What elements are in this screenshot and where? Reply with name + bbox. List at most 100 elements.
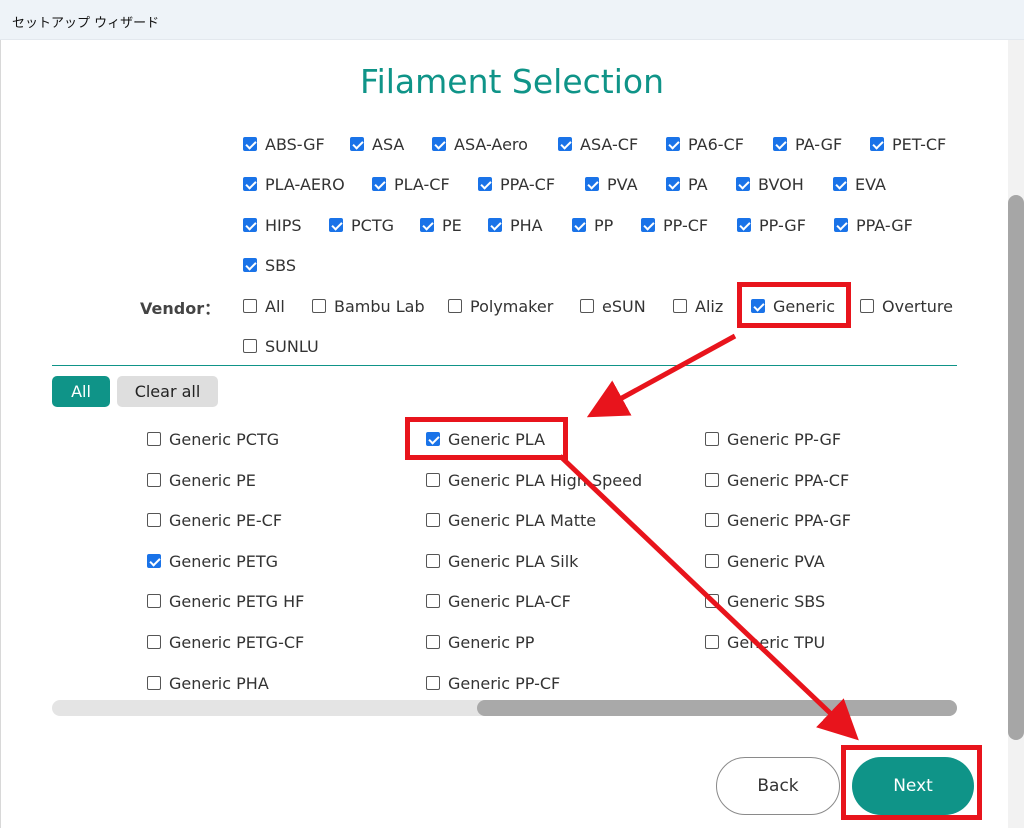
checkbox-icon[interactable]: [329, 218, 343, 232]
checkbox-icon[interactable]: [243, 177, 257, 191]
checkbox-icon[interactable]: [147, 513, 161, 527]
filament-generic-ppa-cf[interactable]: Generic PPA-CF: [705, 469, 849, 491]
checkbox-icon[interactable]: [834, 218, 848, 232]
clear-all-button[interactable]: Clear all: [117, 376, 218, 407]
vendor-aliz[interactable]: Aliz: [673, 295, 723, 317]
filter-asa-cf[interactable]: ASA-CF: [558, 133, 638, 155]
checkbox-icon[interactable]: [312, 299, 326, 313]
checkbox-icon[interactable]: [448, 299, 462, 313]
vendor-generic[interactable]: Generic: [751, 295, 835, 317]
filament-generic-ppa-gf[interactable]: Generic PPA-GF: [705, 509, 851, 531]
filter-hips[interactable]: HIPS: [243, 214, 302, 236]
filament-generic-pla-cf[interactable]: Generic PLA-CF: [426, 590, 571, 612]
checkbox-icon[interactable]: [426, 594, 440, 608]
checkbox-icon[interactable]: [641, 218, 655, 232]
filter-ppa-gf[interactable]: PPA-GF: [834, 214, 913, 236]
checkbox-icon[interactable]: [833, 177, 847, 191]
filament-generic-pla-high-speed[interactable]: Generic PLA High Speed: [426, 469, 642, 491]
filter-pha[interactable]: PHA: [488, 214, 543, 236]
checkbox-icon[interactable]: [147, 594, 161, 608]
checkbox-icon[interactable]: [243, 218, 257, 232]
checkbox-icon[interactable]: [426, 554, 440, 568]
filament-generic-pp[interactable]: Generic PP: [426, 631, 534, 653]
checkbox-icon[interactable]: [860, 299, 874, 313]
vendor-sunlu[interactable]: SUNLU: [243, 335, 319, 357]
checkbox-icon[interactable]: [488, 218, 502, 232]
checkbox-icon[interactable]: [870, 137, 884, 151]
vendor-polymaker[interactable]: Polymaker: [448, 295, 553, 317]
filter-abs-gf[interactable]: ABS-GF: [243, 133, 325, 155]
filament-generic-petg[interactable]: Generic PETG: [147, 550, 278, 572]
filter-asa-aero[interactable]: ASA-Aero: [432, 133, 528, 155]
checkbox-icon[interactable]: [705, 473, 719, 487]
checkbox-icon[interactable]: [432, 137, 446, 151]
horizontal-scrollbar-thumb[interactable]: [477, 700, 957, 716]
checkbox-icon[interactable]: [572, 218, 586, 232]
checkbox-icon[interactable]: [585, 177, 599, 191]
filament-generic-tpu[interactable]: Generic TPU: [705, 631, 825, 653]
checkbox-icon[interactable]: [426, 676, 440, 690]
checkbox-icon[interactable]: [666, 177, 680, 191]
vendor-overture[interactable]: Overture: [860, 295, 953, 317]
filament-generic-pla[interactable]: Generic PLA: [426, 428, 545, 450]
filter-sbs[interactable]: SBS: [243, 254, 296, 276]
checkbox-icon[interactable]: [737, 218, 751, 232]
checkbox-icon[interactable]: [705, 554, 719, 568]
filament-generic-sbs[interactable]: Generic SBS: [705, 590, 825, 612]
filter-pp-gf[interactable]: PP-GF: [737, 214, 806, 236]
filament-generic-petg-cf[interactable]: Generic PETG-CF: [147, 631, 304, 653]
vendor-bambu-lab[interactable]: Bambu Lab: [312, 295, 425, 317]
checkbox-icon[interactable]: [705, 513, 719, 527]
filter-pctg[interactable]: PCTG: [329, 214, 394, 236]
filter-pp[interactable]: PP: [572, 214, 613, 236]
filter-eva[interactable]: EVA: [833, 173, 886, 195]
filament-generic-pp-cf[interactable]: Generic PP-CF: [426, 672, 560, 694]
filament-generic-pva[interactable]: Generic PVA: [705, 550, 825, 572]
filament-generic-pe[interactable]: Generic PE: [147, 469, 256, 491]
checkbox-icon[interactable]: [243, 137, 257, 151]
filament-generic-pctg[interactable]: Generic PCTG: [147, 428, 279, 450]
checkbox-icon[interactable]: [243, 299, 257, 313]
checkbox-icon[interactable]: [420, 218, 434, 232]
checkbox-icon[interactable]: [350, 137, 364, 151]
back-button[interactable]: Back: [716, 757, 840, 815]
vendor-all[interactable]: All: [243, 295, 285, 317]
checkbox-icon[interactable]: [751, 299, 765, 313]
vertical-scrollbar-thumb[interactable]: [1008, 195, 1024, 740]
filter-pa-gf[interactable]: PA-GF: [773, 133, 842, 155]
checkbox-icon[interactable]: [372, 177, 386, 191]
checkbox-icon[interactable]: [426, 432, 440, 446]
checkbox-icon[interactable]: [426, 473, 440, 487]
checkbox-icon[interactable]: [147, 554, 161, 568]
checkbox-icon[interactable]: [736, 177, 750, 191]
filter-pet-cf[interactable]: PET-CF: [870, 133, 946, 155]
checkbox-icon[interactable]: [147, 676, 161, 690]
filament-generic-pe-cf[interactable]: Generic PE-CF: [147, 509, 282, 531]
filter-ppa-cf[interactable]: PPA-CF: [478, 173, 555, 195]
filament-generic-pla-silk[interactable]: Generic PLA Silk: [426, 550, 578, 572]
filament-generic-pha[interactable]: Generic PHA: [147, 672, 269, 694]
checkbox-icon[interactable]: [558, 137, 572, 151]
filter-pla-cf[interactable]: PLA-CF: [372, 173, 450, 195]
filter-pva[interactable]: PVA: [585, 173, 638, 195]
filter-pa[interactable]: PA: [666, 173, 708, 195]
checkbox-icon[interactable]: [705, 635, 719, 649]
filter-pp-cf[interactable]: PP-CF: [641, 214, 708, 236]
checkbox-icon[interactable]: [773, 137, 787, 151]
checkbox-icon[interactable]: [673, 299, 687, 313]
filter-pe[interactable]: PE: [420, 214, 462, 236]
vendor-esun[interactable]: eSUN: [580, 295, 646, 317]
checkbox-icon[interactable]: [666, 137, 680, 151]
select-all-button[interactable]: All: [52, 376, 110, 407]
next-button[interactable]: Next: [852, 757, 974, 815]
checkbox-icon[interactable]: [426, 513, 440, 527]
checkbox-icon[interactable]: [580, 299, 594, 313]
filter-bvoh[interactable]: BVOH: [736, 173, 804, 195]
checkbox-icon[interactable]: [243, 258, 257, 272]
filament-generic-pla-matte[interactable]: Generic PLA Matte: [426, 509, 596, 531]
checkbox-icon[interactable]: [147, 432, 161, 446]
checkbox-icon[interactable]: [426, 635, 440, 649]
filament-generic-pp-gf[interactable]: Generic PP-GF: [705, 428, 841, 450]
filter-pla-aero[interactable]: PLA-AERO: [243, 173, 345, 195]
checkbox-icon[interactable]: [243, 339, 257, 353]
